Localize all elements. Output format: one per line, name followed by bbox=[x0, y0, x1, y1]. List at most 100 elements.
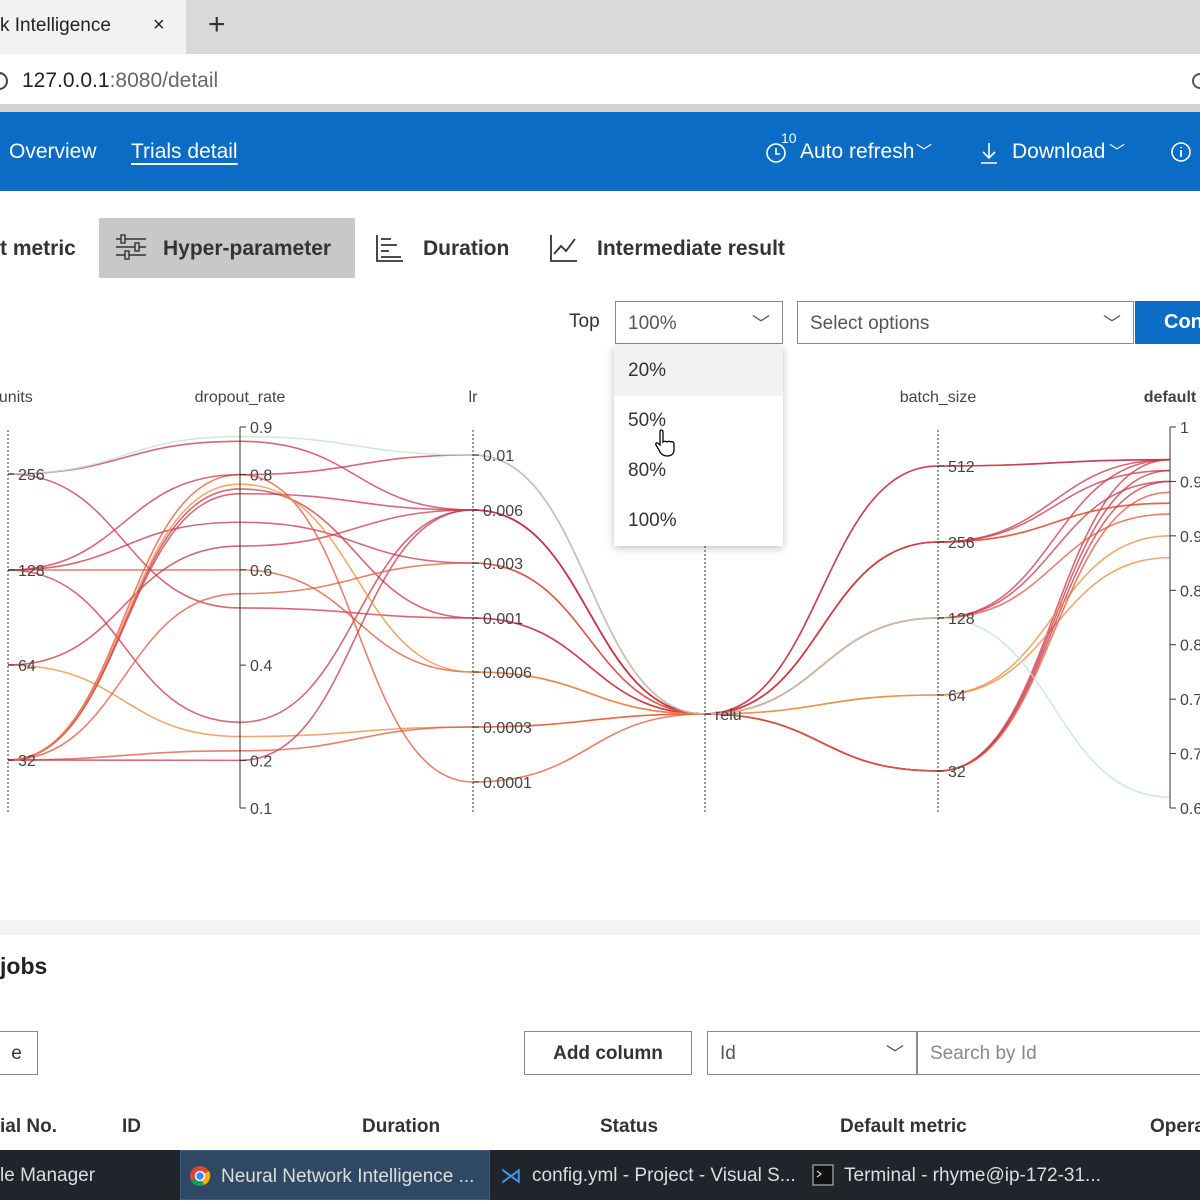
nav-overview[interactable]: Overview bbox=[9, 140, 97, 164]
tick-label: 0.001 bbox=[483, 611, 523, 628]
tick-label: 512 bbox=[948, 459, 975, 476]
tick-label: 1 bbox=[1180, 420, 1189, 437]
axis-title: _units bbox=[0, 389, 33, 406]
top-dropdown-list: 20% 50% 80% 100% bbox=[614, 346, 783, 546]
taskbar-terminal[interactable]: Terminal - rhyme@ip-172-31... bbox=[844, 1150, 1101, 1200]
taskbar-file-manager[interactable]: le Manager bbox=[0, 1150, 95, 1200]
chevron-down-icon: ﹀ bbox=[1103, 314, 1121, 334]
nav-trials-detail[interactable]: Trials detail bbox=[131, 140, 238, 164]
taskbar-vscode[interactable]: config.yml - Project - Visual S... bbox=[532, 1150, 796, 1200]
divider bbox=[0, 104, 1200, 112]
tick-label: 64 bbox=[18, 658, 36, 675]
close-tab-icon[interactable]: × bbox=[153, 14, 165, 37]
tick-label: 0.75 bbox=[1180, 692, 1200, 709]
col-operation[interactable]: Opera bbox=[1150, 1116, 1200, 1138]
tab-hyper-parameter[interactable]: Hyper-parameter bbox=[99, 218, 355, 278]
tick-label: 0.65 bbox=[1180, 801, 1200, 818]
hyperparameter-select[interactable]: Select options ﹀ bbox=[797, 301, 1134, 344]
tick-label: 0.1 bbox=[250, 801, 272, 818]
hand-cursor-icon bbox=[655, 429, 675, 457]
trial-line bbox=[7, 483, 1171, 761]
tick-label: 256 bbox=[948, 535, 975, 552]
chevron-down-icon: ﹀ bbox=[752, 314, 770, 334]
auto-refresh-button[interactable]: Auto refresh bbox=[800, 140, 914, 164]
trial-line bbox=[7, 458, 1171, 715]
download-icon bbox=[981, 143, 997, 164]
tick-label: 0.95 bbox=[1180, 474, 1200, 491]
vscode-icon: ⋊ bbox=[500, 1163, 522, 1188]
top-label: Top bbox=[569, 311, 600, 332]
option-20[interactable]: 20% bbox=[614, 346, 783, 396]
tick-label: 32 bbox=[948, 764, 966, 781]
chevron-down-icon[interactable]: ﹀ bbox=[916, 138, 932, 162]
tick-label: 0.2 bbox=[250, 753, 272, 770]
trial-line bbox=[7, 469, 1171, 772]
terminal-icon bbox=[812, 1164, 834, 1186]
tick-label: relu bbox=[715, 707, 742, 724]
tick-label: 0.85 bbox=[1180, 583, 1200, 600]
info-icon[interactable] bbox=[1170, 140, 1194, 164]
site-info-icon[interactable] bbox=[0, 70, 10, 92]
tab-default-metric[interactable]: t metric bbox=[0, 218, 76, 278]
tab-duration[interactable]: Duration bbox=[423, 218, 509, 278]
tick-label: 0.4 bbox=[250, 658, 272, 675]
chevron-down-icon[interactable]: ﹀ bbox=[1109, 138, 1125, 162]
top-select[interactable]: 100% ﹀ bbox=[615, 301, 783, 344]
chrome-icon bbox=[190, 1166, 211, 1186]
axis-title: lr bbox=[469, 389, 479, 406]
trial-line bbox=[7, 435, 1171, 798]
url-path: :8080/detail bbox=[109, 69, 219, 92]
axis-title: default bbox=[1144, 389, 1197, 406]
tick-label: 0.01 bbox=[483, 448, 514, 465]
add-column-button[interactable]: Add column bbox=[524, 1031, 692, 1075]
browser-tab[interactable]: k Intelligence × bbox=[0, 0, 186, 54]
tick-label: 256 bbox=[18, 467, 45, 484]
search-input[interactable]: Search by Id bbox=[917, 1031, 1200, 1075]
confirm-button[interactable]: Con bbox=[1135, 301, 1200, 344]
taskbar-chrome[interactable]: Neural Network Intelligence ... bbox=[180, 1150, 490, 1200]
zoom-icon[interactable] bbox=[1190, 70, 1200, 92]
search-field-value: Id bbox=[720, 1043, 736, 1064]
partial-button[interactable]: e bbox=[0, 1031, 38, 1075]
axis-title: dropout_rate bbox=[195, 389, 286, 406]
chevron-down-icon: ﹀ bbox=[886, 1044, 904, 1064]
tick-label: 0.6 bbox=[250, 563, 272, 580]
col-duration[interactable]: Duration bbox=[362, 1116, 440, 1138]
tick-label: 0.0006 bbox=[483, 665, 532, 682]
taskbar: le Manager Neural Network Intelligence .… bbox=[0, 1150, 1200, 1200]
option-100[interactable]: 100% bbox=[614, 496, 783, 546]
tick-label: 0.0001 bbox=[483, 775, 532, 792]
search-placeholder: Search by Id bbox=[930, 1043, 1037, 1064]
taskbar-label: Neural Network Intelligence ... bbox=[221, 1166, 475, 1187]
col-default-metric[interactable]: Default metric bbox=[840, 1116, 967, 1138]
tick-label: 0.7 bbox=[1180, 747, 1200, 764]
download-button[interactable]: Download bbox=[1012, 140, 1105, 164]
tab-intermediate-result[interactable]: Intermediate result bbox=[597, 218, 785, 278]
trial-line bbox=[7, 440, 1171, 715]
search-field-select[interactable]: Id ﹀ bbox=[707, 1031, 917, 1075]
col-id[interactable]: ID bbox=[122, 1116, 141, 1138]
tick-label: 64 bbox=[948, 688, 966, 705]
option-80[interactable]: 80% bbox=[614, 446, 783, 496]
duration-bars-icon bbox=[376, 235, 403, 262]
new-tab-button[interactable]: + bbox=[208, 8, 226, 42]
address-bar[interactable]: 127.0.0.1:8080/detail bbox=[0, 56, 1200, 106]
parallel-coordinates-chart: _units 256 128 64 32 dropout_rate 0.9 0.8 0.6 0.4… bbox=[0, 389, 1200, 818]
trial-line bbox=[7, 458, 1171, 772]
trial-line bbox=[7, 480, 1171, 772]
section-divider bbox=[0, 920, 1200, 935]
tick-label: 128 bbox=[948, 611, 975, 628]
tick-label: 0.8 bbox=[250, 468, 272, 485]
tick-label: 0.9 bbox=[250, 420, 272, 437]
option-50[interactable]: 50% bbox=[614, 396, 783, 446]
url-host: 127.0.0.1 bbox=[22, 69, 110, 92]
col-trial-no[interactable]: ial No. bbox=[0, 1116, 57, 1138]
tick-label: 128 bbox=[18, 563, 45, 580]
tab-label: Hyper-parameter bbox=[163, 237, 332, 260]
tick-label: 0.006 bbox=[483, 503, 523, 520]
tick-label: 0.8 bbox=[1180, 638, 1200, 655]
col-status[interactable]: Status bbox=[600, 1116, 658, 1138]
tab-title: k Intelligence bbox=[0, 15, 111, 36]
sliders-icon bbox=[116, 234, 146, 260]
tick-label: 32 bbox=[18, 753, 36, 770]
